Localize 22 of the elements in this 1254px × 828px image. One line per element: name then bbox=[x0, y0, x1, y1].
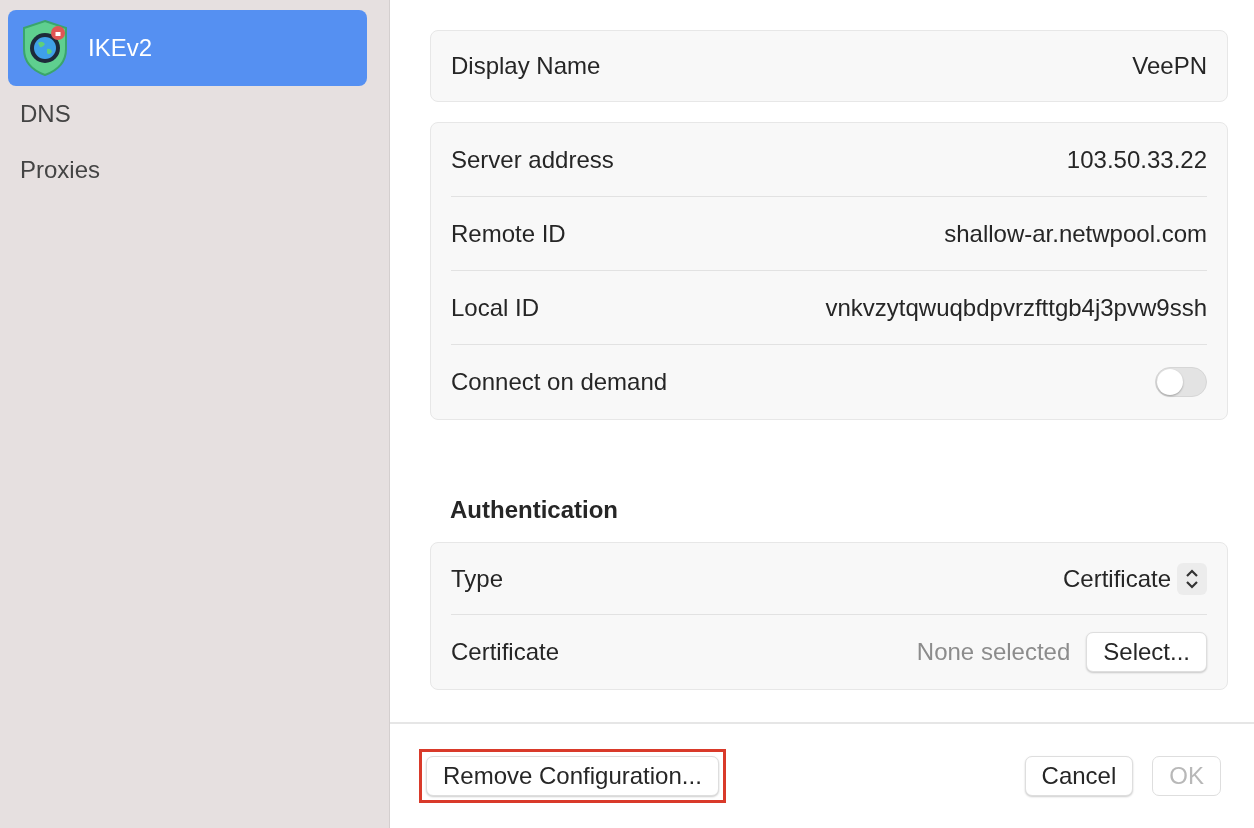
field-label: Local ID bbox=[451, 293, 540, 322]
sidebar-item[interactable]: Proxies bbox=[8, 142, 367, 198]
field-label: Server address bbox=[451, 145, 614, 174]
field-value: vnkvzytqwuqbdpvrzfttgb4j3pvw9ssh bbox=[825, 293, 1207, 322]
sidebar-item[interactable]: DNS bbox=[8, 86, 367, 142]
field-value: VeePN bbox=[1132, 52, 1207, 80]
select-button[interactable]: Select... bbox=[1086, 632, 1207, 672]
shield-globe-icon bbox=[20, 19, 70, 77]
field-label: Type bbox=[451, 564, 504, 593]
field-value: 103.50.33.22 bbox=[1066, 145, 1207, 174]
field-label: Remote ID bbox=[451, 219, 566, 248]
field-label: Display Name bbox=[451, 52, 601, 80]
dialog-button[interactable]: Cancel bbox=[1024, 756, 1134, 796]
chevron-up-down-icon bbox=[1185, 567, 1199, 590]
dialog-button[interactable]: Remove Configuration... bbox=[426, 756, 719, 796]
type-popup[interactable]: Certificate bbox=[1062, 562, 1207, 595]
toggle-switch[interactable] bbox=[1155, 367, 1207, 397]
field-label: Certificate bbox=[451, 638, 560, 666]
field-value: shallow-ar.netwpool.com bbox=[944, 219, 1207, 248]
section-title: Authentication bbox=[450, 496, 619, 524]
field-value: None selected bbox=[916, 638, 1071, 666]
field-label: Connect on demand bbox=[451, 368, 668, 396]
